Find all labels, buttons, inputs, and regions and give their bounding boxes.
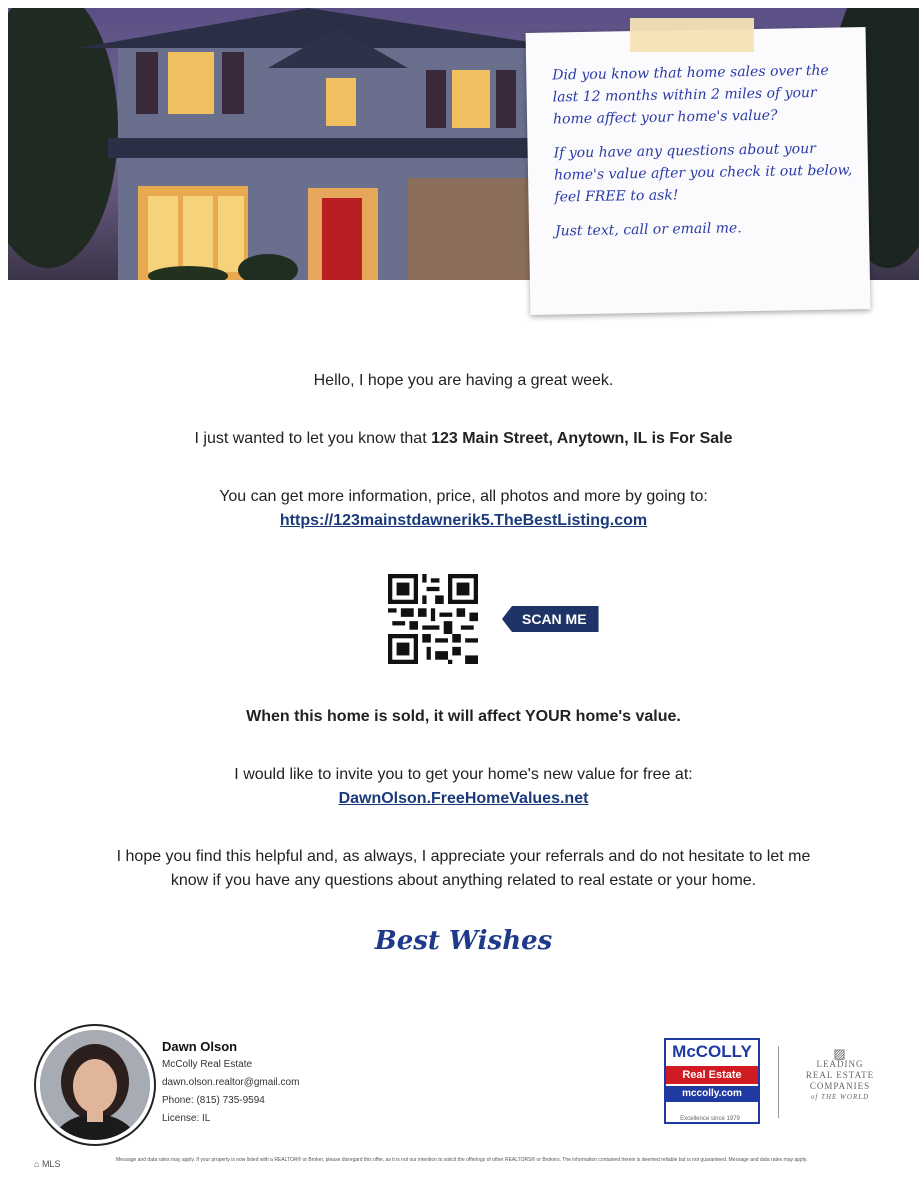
lrec-logo: ▨ LEADING REAL ESTATE COMPANIES of THE W… [792, 1046, 888, 1103]
lrec-line-3: COMPANIES [809, 1081, 871, 1091]
note-paragraph-1: Did you know that home sales over the la… [552, 62, 829, 128]
lrec-line-2: REAL ESTATE [805, 1070, 875, 1080]
flyer-page: Did you know that home sales over the la… [8, 8, 919, 1199]
affect-line: When this home is sold, it will affect Y… [246, 708, 681, 725]
listing-link-row: https://123mainstdawnerik5.TheBestListin… [8, 512, 919, 530]
agent-company: McColly Real Estate [162, 1059, 253, 1070]
agent-email[interactable]: dawn.olson.realtor@gmail.com [162, 1074, 299, 1092]
lrec-mark-icon: ▨ [833, 1046, 847, 1061]
closing-line-1: I hope you find this helpful and, as alw… [116, 848, 811, 865]
qr-code-icon[interactable] [388, 574, 478, 664]
note-text: Did you know that home sales over the la… [552, 59, 855, 254]
agent-name: Dawn Olson [162, 1039, 238, 1054]
disclaimer: Message and data rates may apply. If you… [116, 1157, 808, 1163]
mccolly-logo-subtitle: Real Estate [666, 1066, 758, 1084]
property-address: 123 Main Street, Anytown, IL is For Sale [431, 430, 733, 447]
greeting: Hello, I hope you are having a great wee… [313, 372, 614, 389]
intro-line: I just wanted to let you know that 123 M… [8, 430, 919, 448]
lrec-line-4: of THE WORLD [810, 1093, 870, 1101]
invite-line: I would like to invite you to get your h… [234, 766, 693, 783]
closing-line-2: know if you have any questions about any… [170, 872, 757, 889]
mccolly-logo-name: McCOLLY [666, 1040, 758, 1064]
agent-phone[interactable]: Phone: (815) 735-9594 [162, 1092, 299, 1110]
info-line: You can get more information, price, all… [219, 488, 708, 505]
agent-photo [40, 1030, 150, 1140]
agent-license: License: IL [162, 1113, 211, 1124]
mccolly-logo-url: mccolly.com [666, 1086, 758, 1102]
value-link-row: DawnOlson.FreeHomeValues.net [8, 790, 919, 808]
home-value-link[interactable]: DawnOlson.FreeHomeValues.net [339, 790, 589, 807]
mccolly-logo: McCOLLY Real Estate mccolly.com [664, 1038, 760, 1124]
agent-info: Dawn Olson McColly Real Estate dawn.olso… [162, 1038, 299, 1128]
mls-label: MLS [41, 1159, 61, 1169]
equal-housing-icon: ⌂ MLS [34, 1159, 61, 1169]
lrec-line-1: LEADING [816, 1059, 864, 1069]
listing-link[interactable]: https://123mainstdawnerik5.TheBestListin… [280, 512, 647, 529]
note-paragraph-3: Just text, call or email me. [554, 220, 742, 240]
logo-divider [778, 1046, 779, 1118]
agent-avatar [36, 1026, 154, 1144]
sticky-note: Did you know that home sales over the la… [525, 27, 871, 315]
intro-prefix: I just wanted to let you know that [194, 430, 432, 447]
tape-strip [630, 18, 754, 52]
note-paragraph-2: If you have any questions about your hom… [553, 140, 853, 206]
sign-off: Best Wishes [374, 926, 553, 956]
scan-me-badge: SCAN ME [502, 606, 599, 632]
mccolly-tagline: Excellence since 1979 [680, 1116, 740, 1122]
